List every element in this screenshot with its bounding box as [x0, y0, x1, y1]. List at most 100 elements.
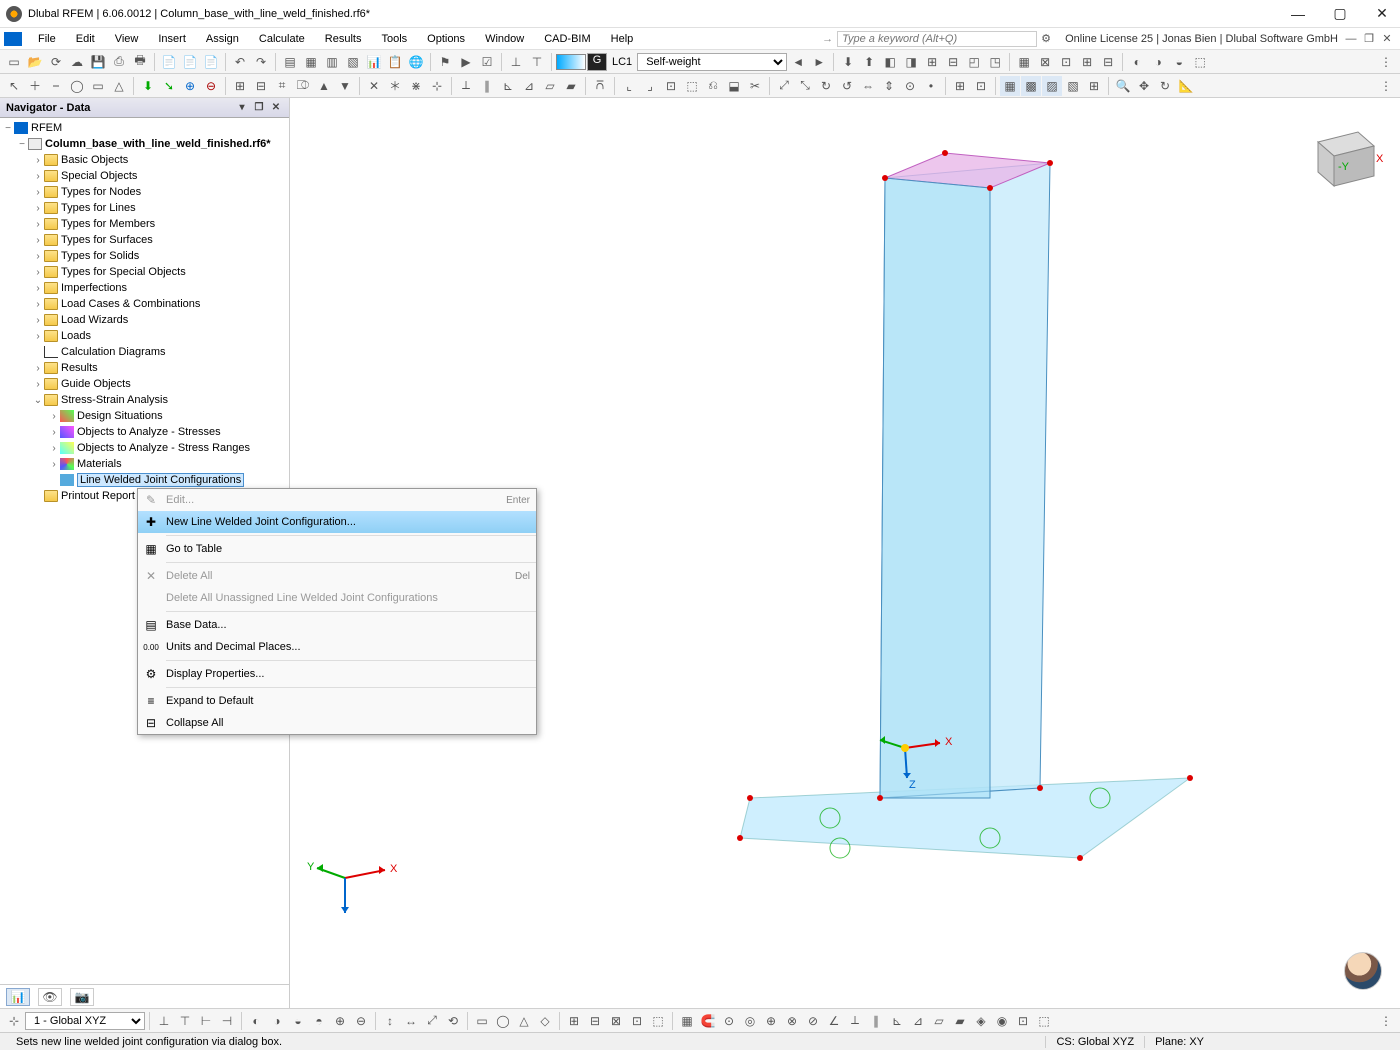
ctx-goto-table[interactable]: ▦Go to Table	[138, 538, 536, 560]
ctx-units[interactable]: 0.00Units and Decimal Places...	[138, 636, 536, 658]
keyword-search[interactable]	[837, 31, 1037, 47]
tree-sub-item[interactable]: ›Design Situations	[0, 408, 289, 424]
expand-icon[interactable]: ›	[32, 251, 44, 262]
redo-icon[interactable]: ↷	[251, 52, 271, 72]
rotate-icon[interactable]: ↻	[1155, 76, 1175, 96]
tree-item[interactable]: Calculation Diagrams	[0, 344, 289, 360]
v14-icon[interactable]: ⊙	[900, 76, 920, 96]
b10-icon[interactable]: ⊖	[351, 1011, 371, 1031]
expand-icon[interactable]: ›	[32, 203, 44, 214]
b21-icon[interactable]: ⊠	[606, 1011, 626, 1031]
tree-selected-item[interactable]: Line Welded Joint Configurations	[0, 472, 289, 488]
snap10-icon[interactable]: ∥	[866, 1011, 886, 1031]
undo-icon[interactable]: ↶	[230, 52, 250, 72]
b1-icon[interactable]: ⊥	[154, 1011, 174, 1031]
d12-icon[interactable]: ⌗	[272, 76, 292, 96]
v3-icon[interactable]: ⊡	[661, 76, 681, 96]
b20-icon[interactable]: ⊟	[585, 1011, 605, 1031]
v10-icon[interactable]: ↻	[816, 76, 836, 96]
b5-icon[interactable]: ◐	[246, 1011, 266, 1031]
menu-edit[interactable]: Edit	[66, 31, 105, 47]
menu-assign[interactable]: Assign	[196, 31, 249, 47]
snap17-icon[interactable]: ⊡	[1013, 1011, 1033, 1031]
snap5-icon[interactable]: ⊕	[761, 1011, 781, 1031]
v7-icon[interactable]: ✂	[745, 76, 765, 96]
support-left-icon[interactable]: ⊥	[506, 52, 526, 72]
filter-icon[interactable]: ⩃	[590, 76, 610, 96]
expand-icon[interactable]: ›	[32, 379, 44, 390]
panel-pin-icon[interactable]: ▾	[235, 101, 249, 115]
b22-icon[interactable]: ⊡	[627, 1011, 647, 1031]
snap1-icon[interactable]: ▦	[677, 1011, 697, 1031]
tree-item[interactable]: ›Types for Members	[0, 216, 289, 232]
support-right-icon[interactable]: ⊤	[527, 52, 547, 72]
render1-icon[interactable]: ▦	[1000, 76, 1020, 96]
expand-icon[interactable]: ›	[32, 283, 44, 294]
d7-icon[interactable]: ➘	[159, 76, 179, 96]
doc3-icon[interactable]: 📄	[201, 52, 221, 72]
report-icon[interactable]: 📋	[385, 52, 405, 72]
t-a5-icon[interactable]: ⊞	[922, 52, 942, 72]
saveall-icon[interactable]: ⎙	[109, 52, 129, 72]
d20-icon[interactable]: ⟂	[456, 76, 476, 96]
close-button[interactable]: ✕	[1370, 2, 1394, 26]
table2-icon[interactable]: ▦	[301, 52, 321, 72]
d23-icon[interactable]: ⊿	[519, 76, 539, 96]
minimize-button[interactable]: —	[1286, 2, 1310, 26]
ctx-display-props[interactable]: ⚙Display Properties...	[138, 663, 536, 685]
snap15-icon[interactable]: ◈	[971, 1011, 991, 1031]
grid-icon[interactable]: ▦	[1014, 52, 1034, 72]
t-a8-icon[interactable]: ◳	[985, 52, 1005, 72]
t-a4-icon[interactable]: ◨	[901, 52, 921, 72]
d9-icon[interactable]: ⊖	[201, 76, 221, 96]
table4-icon[interactable]: ▧	[343, 52, 363, 72]
v16-icon[interactable]: ⊞	[950, 76, 970, 96]
tree-item[interactable]: ›Results	[0, 360, 289, 376]
globe-icon[interactable]: 🌐	[406, 52, 426, 72]
b12-icon[interactable]: ↔	[401, 1011, 421, 1031]
menu-results[interactable]: Results	[315, 31, 372, 47]
d21-icon[interactable]: ∥	[477, 76, 497, 96]
expand-icon[interactable]: ›	[32, 187, 44, 198]
b4-icon[interactable]: ⊣	[217, 1011, 237, 1031]
snap9-icon[interactable]: ⟂	[845, 1011, 865, 1031]
cs-icon[interactable]: ⊹	[4, 1011, 24, 1031]
expand-icon[interactable]: ›	[32, 331, 44, 342]
b23-icon[interactable]: ⬚	[648, 1011, 668, 1031]
snap8-icon[interactable]: ∠	[824, 1011, 844, 1031]
color-gradient[interactable]	[556, 54, 586, 70]
table3-icon[interactable]: ▥	[322, 52, 342, 72]
menu-calculate[interactable]: Calculate	[249, 31, 315, 47]
mesh1-icon[interactable]: ⊠	[1035, 52, 1055, 72]
render4-icon[interactable]: ▧	[1063, 76, 1083, 96]
snap2-icon[interactable]: 🧲	[698, 1011, 718, 1031]
v6-icon[interactable]: ⬓	[724, 76, 744, 96]
expand-icon[interactable]: ›	[48, 411, 60, 422]
snap6-icon[interactable]: ⊗	[782, 1011, 802, 1031]
b9-icon[interactable]: ⊕	[330, 1011, 350, 1031]
prev-lc-icon[interactable]: ◄	[788, 52, 808, 72]
expand-icon[interactable]: ›	[48, 443, 60, 454]
tree-item[interactable]: ›Load Wizards	[0, 312, 289, 328]
v13-icon[interactable]: ⇕	[879, 76, 899, 96]
tree-sub-item[interactable]: ›Objects to Analyze - Stress Ranges	[0, 440, 289, 456]
v11-icon[interactable]: ↺	[837, 76, 857, 96]
menu-cad-bim[interactable]: CAD-BIM	[534, 31, 600, 47]
tool-r1-icon[interactable]: ◐	[1127, 52, 1147, 72]
ctx-collapse[interactable]: ⊟Collapse All	[138, 712, 536, 734]
d11-icon[interactable]: ⊟	[251, 76, 271, 96]
t-a6-icon[interactable]: ⊟	[943, 52, 963, 72]
expand-icon[interactable]: ›	[48, 427, 60, 438]
table1-icon[interactable]: ▤	[280, 52, 300, 72]
mdi-restore-button[interactable]: ❐	[1362, 32, 1376, 46]
tree-item[interactable]: ›Special Objects	[0, 168, 289, 184]
v9-icon[interactable]: ⤡	[795, 76, 815, 96]
v17-icon[interactable]: ⊡	[971, 76, 991, 96]
expand-icon[interactable]: ›	[32, 235, 44, 246]
run-icon[interactable]: ▶	[456, 52, 476, 72]
snap7-icon[interactable]: ⊘	[803, 1011, 823, 1031]
t-a3-icon[interactable]: ◧	[880, 52, 900, 72]
v1-icon[interactable]: ⌞	[619, 76, 639, 96]
menu-file[interactable]: File	[28, 31, 66, 47]
next-lc-icon[interactable]: ►	[809, 52, 829, 72]
